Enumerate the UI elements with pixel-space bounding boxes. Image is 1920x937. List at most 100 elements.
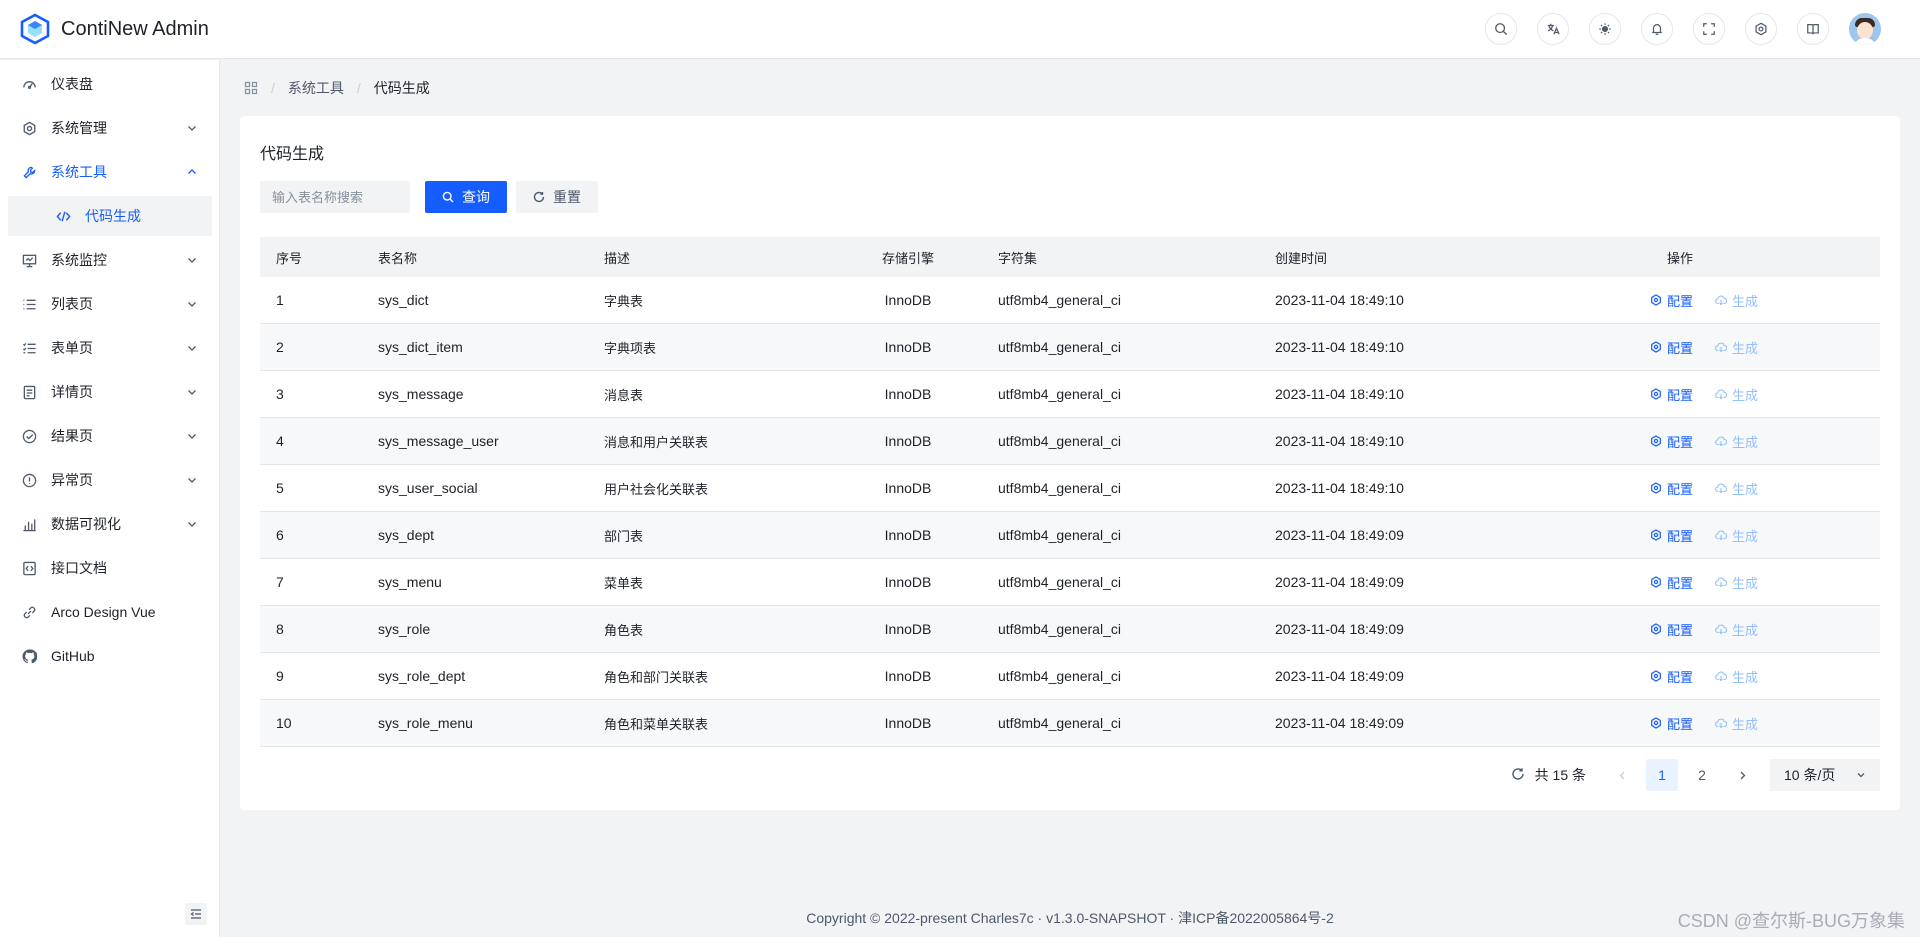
chevron-down-icon bbox=[188, 390, 196, 395]
generate-link[interactable]: 生成 bbox=[1715, 526, 1758, 545]
sidebar-item-form-page[interactable]: 表单页 bbox=[8, 328, 212, 368]
settings-icon bbox=[1651, 294, 1661, 306]
file-icon bbox=[21, 384, 37, 400]
logo[interactable]: ContiNew Admin bbox=[20, 13, 209, 45]
cell-description: 用户社会化关联表 bbox=[604, 481, 709, 497]
sidebar: 仪表盘 系统管理 系统工具 代码生成 系统监控 列表页 表单页 详情页 结果页 bbox=[0, 60, 220, 937]
generate-label: 生成 bbox=[1732, 293, 1759, 309]
language-button[interactable] bbox=[1537, 13, 1569, 45]
generate-link[interactable]: 生成 bbox=[1715, 432, 1758, 451]
notification-button[interactable] bbox=[1641, 13, 1673, 45]
cell-actions: 配置 生成 bbox=[1650, 667, 1850, 686]
sidebar-item-system-tools[interactable]: 系统工具 bbox=[8, 152, 212, 192]
sidebar-collapse-button[interactable] bbox=[185, 903, 207, 925]
settings-icon bbox=[1651, 435, 1661, 447]
link-icon bbox=[21, 604, 37, 620]
sidebar-item-github[interactable]: GitHub bbox=[8, 636, 212, 676]
config-link[interactable]: 配置 bbox=[1650, 620, 1693, 639]
sidebar-item-system-management[interactable]: 系统管理 bbox=[8, 108, 212, 148]
sidebar-item-result-page[interactable]: 结果页 bbox=[8, 416, 212, 456]
check-circle-icon bbox=[21, 428, 37, 444]
breadcrumb-item[interactable]: 系统工具 bbox=[288, 78, 344, 98]
breadcrumb-current: 代码生成 bbox=[373, 80, 430, 96]
chevron-right-icon bbox=[1740, 771, 1745, 779]
chevron-up-icon bbox=[188, 169, 196, 174]
sidebar-item-arco-design[interactable]: Arco Design Vue bbox=[8, 592, 212, 632]
cell-table-name: sys_user_social bbox=[378, 480, 478, 496]
cell-index: 1 bbox=[276, 292, 284, 308]
cell-actions: 配置 生成 bbox=[1650, 620, 1850, 639]
sidebar-item-label: GitHub bbox=[51, 648, 95, 664]
chevron-down-icon bbox=[188, 302, 196, 307]
generate-link[interactable]: 生成 bbox=[1715, 385, 1758, 404]
generate-link[interactable]: 生成 bbox=[1715, 620, 1758, 639]
settings-button[interactable] bbox=[1745, 13, 1777, 45]
config-link[interactable]: 配置 bbox=[1650, 714, 1693, 733]
sidebar-item-list-page[interactable]: 列表页 bbox=[8, 284, 212, 324]
sidebar-item-label: 表单页 bbox=[51, 340, 93, 356]
watermark: CSDN @查尔斯-BUG万象集 bbox=[1677, 911, 1905, 931]
refresh-button[interactable] bbox=[1511, 767, 1525, 784]
config-link[interactable]: 配置 bbox=[1650, 667, 1693, 686]
sidebar-item-code-generation[interactable]: 代码生成 bbox=[8, 196, 212, 236]
chevron-down-icon bbox=[1857, 773, 1865, 778]
sidebar-item-dashboard[interactable]: 仪表盘 bbox=[8, 64, 212, 104]
config-link[interactable]: 配置 bbox=[1650, 291, 1693, 310]
config-label: 配置 bbox=[1667, 387, 1694, 403]
config-link[interactable]: 配置 bbox=[1650, 432, 1693, 451]
sidebar-item-detail-page[interactable]: 详情页 bbox=[8, 372, 212, 412]
theme-toggle-button[interactable] bbox=[1589, 13, 1621, 45]
config-link[interactable]: 配置 bbox=[1650, 526, 1693, 545]
sidebar-item-data-visualization[interactable]: 数据可视化 bbox=[8, 504, 212, 544]
cell-actions: 配置 生成 bbox=[1650, 714, 1850, 733]
chevron-down-icon bbox=[188, 258, 196, 263]
docs-button[interactable] bbox=[1797, 13, 1829, 45]
config-link[interactable]: 配置 bbox=[1650, 338, 1693, 357]
page-size-select[interactable]: 10 条/页 bbox=[1770, 759, 1880, 791]
config-label: 配置 bbox=[1667, 481, 1694, 497]
table-name-search-input[interactable] bbox=[260, 181, 410, 213]
sidebar-item-label: 异常页 bbox=[51, 472, 93, 488]
cell-charset: utf8mb4_general_ci bbox=[998, 527, 1121, 543]
sidebar-item-exception-page[interactable]: 异常页 bbox=[8, 460, 212, 500]
generate-label: 生成 bbox=[1732, 669, 1759, 685]
config-label: 配置 bbox=[1667, 622, 1694, 638]
bell-icon bbox=[1652, 24, 1662, 35]
fullscreen-button[interactable] bbox=[1693, 13, 1725, 45]
avatar-face bbox=[1857, 22, 1873, 39]
query-button[interactable]: 查询 bbox=[425, 181, 507, 213]
cloud-download-icon bbox=[1715, 436, 1728, 447]
chevron-down-icon bbox=[188, 522, 196, 527]
generate-link[interactable]: 生成 bbox=[1715, 291, 1758, 310]
list-icon bbox=[21, 296, 37, 312]
cell-index: 7 bbox=[276, 574, 284, 590]
cell-table-name: sys_dict_item bbox=[378, 339, 463, 355]
avatar[interactable] bbox=[1849, 13, 1881, 45]
prev-page-button[interactable] bbox=[1606, 759, 1638, 791]
generate-link[interactable]: 生成 bbox=[1715, 573, 1758, 592]
chevron-down-icon bbox=[188, 346, 196, 351]
config-link[interactable]: 配置 bbox=[1650, 573, 1693, 592]
config-link[interactable]: 配置 bbox=[1650, 385, 1693, 404]
page-1-button[interactable]: 1 bbox=[1646, 759, 1678, 791]
cell-charset: utf8mb4_general_ci bbox=[998, 574, 1121, 590]
cell-description: 部门表 bbox=[604, 528, 644, 544]
sidebar-item-system-monitor[interactable]: 系统监控 bbox=[8, 240, 212, 280]
generate-link[interactable]: 生成 bbox=[1715, 714, 1758, 733]
generate-link[interactable]: 生成 bbox=[1715, 479, 1758, 498]
search-icon bbox=[442, 191, 454, 203]
next-page-button[interactable] bbox=[1726, 759, 1758, 791]
reset-button[interactable]: 重置 bbox=[516, 181, 598, 213]
config-link[interactable]: 配置 bbox=[1650, 479, 1693, 498]
generate-link[interactable]: 生成 bbox=[1715, 338, 1758, 357]
cell-table-name: sys_dept bbox=[378, 527, 435, 543]
generate-link[interactable]: 生成 bbox=[1715, 667, 1758, 686]
page-2-button[interactable]: 2 bbox=[1686, 759, 1718, 791]
config-label: 配置 bbox=[1667, 340, 1694, 356]
sidebar-item-api-docs[interactable]: 接口文档 bbox=[8, 548, 212, 588]
generate-label: 生成 bbox=[1732, 481, 1759, 497]
exclamation-icon bbox=[21, 472, 37, 488]
apps-icon[interactable] bbox=[244, 81, 258, 95]
settings-icon bbox=[1651, 717, 1661, 729]
search-button[interactable] bbox=[1485, 13, 1517, 45]
